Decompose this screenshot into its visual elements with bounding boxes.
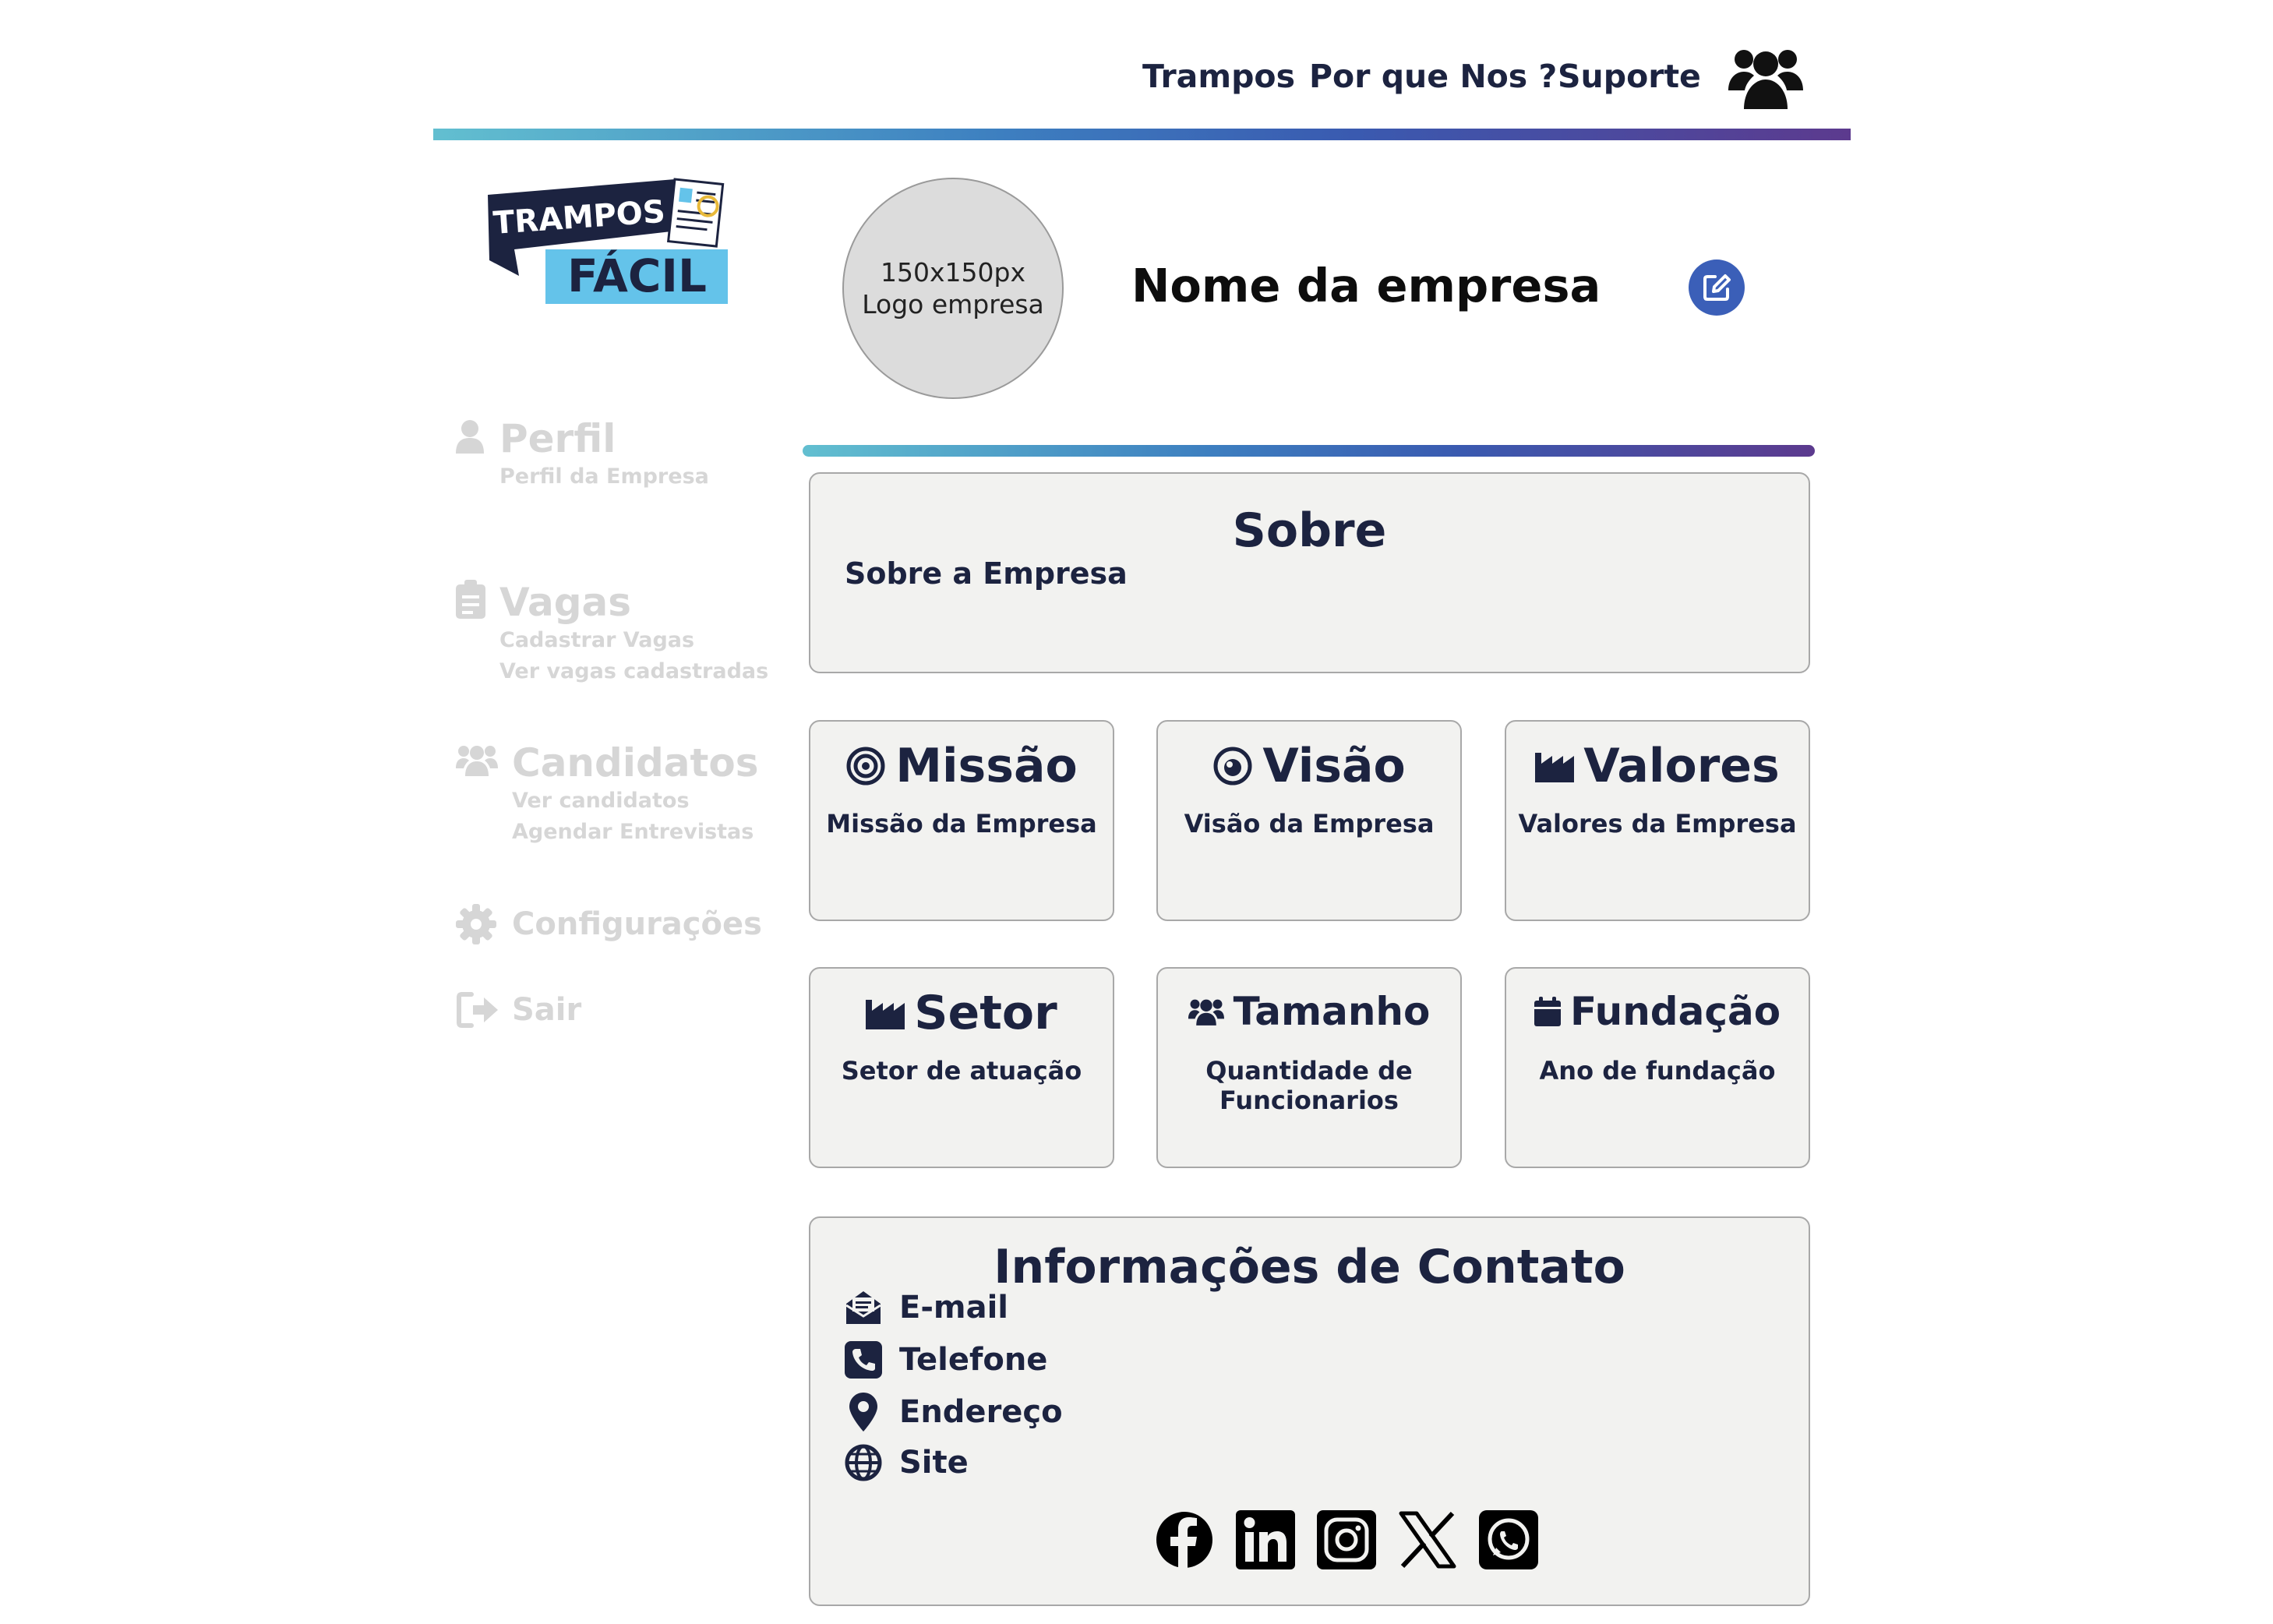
avatar-size-label: 150x150px [881,257,1025,288]
sidebar-item-vagas[interactable]: Vagas Cadastrar Vagas Ver vagas cadastra… [456,580,768,687]
sidebar-item-configuracoes[interactable]: Configurações [456,904,762,944]
sidebar-title-perfil: Perfil [499,416,616,461]
card-title-visao: Visão [1262,739,1406,793]
company-name: Nome da empresa [1131,259,1601,312]
sidebar-item-sair[interactable]: Sair [456,991,581,1029]
card-title-tamanho: Tamanho [1233,989,1431,1034]
card-title-fundacao: Fundação [1569,989,1781,1034]
trampos-facil-logo[interactable]: TRAMPOS FÁCIL [483,173,732,309]
sidebar-link-agendar-entrevistas[interactable]: Agendar Entrevistas [512,817,759,848]
location-pin-icon [849,1393,877,1432]
card-visao: Visão Visão da Empresa [1156,720,1462,921]
avatar-caption: Logo empresa [862,289,1044,320]
calendar-icon [1534,997,1561,1026]
card-text-missao: Missão da Empresa [826,809,1097,838]
linkedin-icon[interactable] [1236,1510,1295,1569]
card-text-visao: Visão da Empresa [1184,809,1435,838]
sidebar-link-ver-vagas[interactable]: Ver vagas cadastradas [499,656,768,687]
card-title-setor: Setor [914,986,1057,1040]
card-text-tamanho-line2: Funcionarios [1219,1086,1399,1115]
edit-icon [1703,274,1731,301]
phone-icon [845,1341,882,1379]
card-title-sobre: Sobre [1232,503,1387,558]
whatsapp-icon[interactable] [1479,1510,1538,1569]
nav-link-suporte[interactable]: Suporte [1558,58,1701,95]
envelope-icon [845,1291,881,1324]
card-text-tamanho-line1: Quantidade de [1205,1056,1413,1086]
target-icon [846,747,885,786]
sidebar-link-cadastrar-vagas[interactable]: Cadastrar Vagas [499,625,768,656]
card-title-missao: Missão [895,739,1078,793]
card-missao: Missão Missão da Empresa [809,720,1114,921]
content-gradient-divider [803,445,1815,457]
sidebar-link-perfil-empresa[interactable]: Perfil da Empresa [499,461,709,492]
card-text-setor: Setor de atuação [841,1056,1082,1086]
card-valores: Valores Valores da Empresa [1505,720,1810,921]
contact-endereco[interactable]: Endereço [845,1393,1063,1432]
instagram-icon[interactable] [1317,1510,1376,1569]
industry-icon [866,1000,905,1029]
contact-email-label: E-mail [899,1290,1009,1326]
top-gradient-divider [433,129,1851,140]
industry-icon [1535,753,1575,782]
sidebar-title-configuracoes: Configurações [512,906,762,942]
contact-site[interactable]: Site [845,1444,969,1481]
x-icon[interactable] [1398,1510,1457,1569]
sidebar-link-ver-candidatos[interactable]: Ver candidatos [512,786,759,817]
sidebar-title-sair: Sair [512,992,582,1028]
sidebar-item-perfil[interactable]: Perfil Perfil da Empresa [456,416,709,492]
card-text-fundacao: Ano de fundação [1539,1056,1776,1086]
card-sobre: Sobre Sobre a Empresa [809,472,1810,673]
svg-text:FÁCIL: FÁCIL [567,249,707,302]
card-title-contato: Informações de Contato [994,1240,1625,1294]
users-icon [456,746,498,776]
nav-link-trampos[interactable]: Trampos [1142,58,1295,95]
card-tamanho: Tamanho Quantidade de Funcionarios [1156,967,1462,1168]
social-links [1155,1510,1538,1569]
gear-icon [456,904,496,944]
card-setor: Setor Setor de atuação [809,967,1114,1168]
contact-endereco-label: Endereço [899,1394,1063,1430]
facebook-icon[interactable] [1155,1510,1214,1569]
contact-telefone[interactable]: Telefone [845,1341,1047,1379]
card-fundacao: Fundação Ano de fundação [1505,967,1810,1168]
sidebar-title-vagas: Vagas [499,580,631,625]
sidebar-item-candidatos[interactable]: Candidatos Ver candidatos Agendar Entrev… [456,740,759,848]
contact-site-label: Site [899,1445,969,1481]
eye-icon [1213,747,1252,786]
card-title-valores: Valores [1583,739,1780,793]
card-contato: Informações de Contato E-mail Telefone E… [809,1216,1810,1606]
nav-link-por-que-nos[interactable]: Por que Nos ? [1309,58,1557,95]
company-logo-placeholder[interactable]: 150x150px Logo empresa [842,178,1064,399]
sidebar-title-candidatos: Candidatos [512,740,759,786]
user-icon [456,420,484,454]
logout-icon [457,992,498,1028]
contact-telefone-label: Telefone [899,1342,1048,1378]
card-text-valores: Valores da Empresa [1518,809,1797,838]
card-text-sobre: Sobre a Empresa [845,556,1128,591]
edit-button[interactable] [1689,259,1745,316]
clipboard-icon [456,580,485,619]
users-icon[interactable] [1728,44,1803,111]
users-icon [1188,999,1224,1026]
globe-icon [845,1444,882,1481]
contact-email[interactable]: E-mail [845,1290,1008,1326]
